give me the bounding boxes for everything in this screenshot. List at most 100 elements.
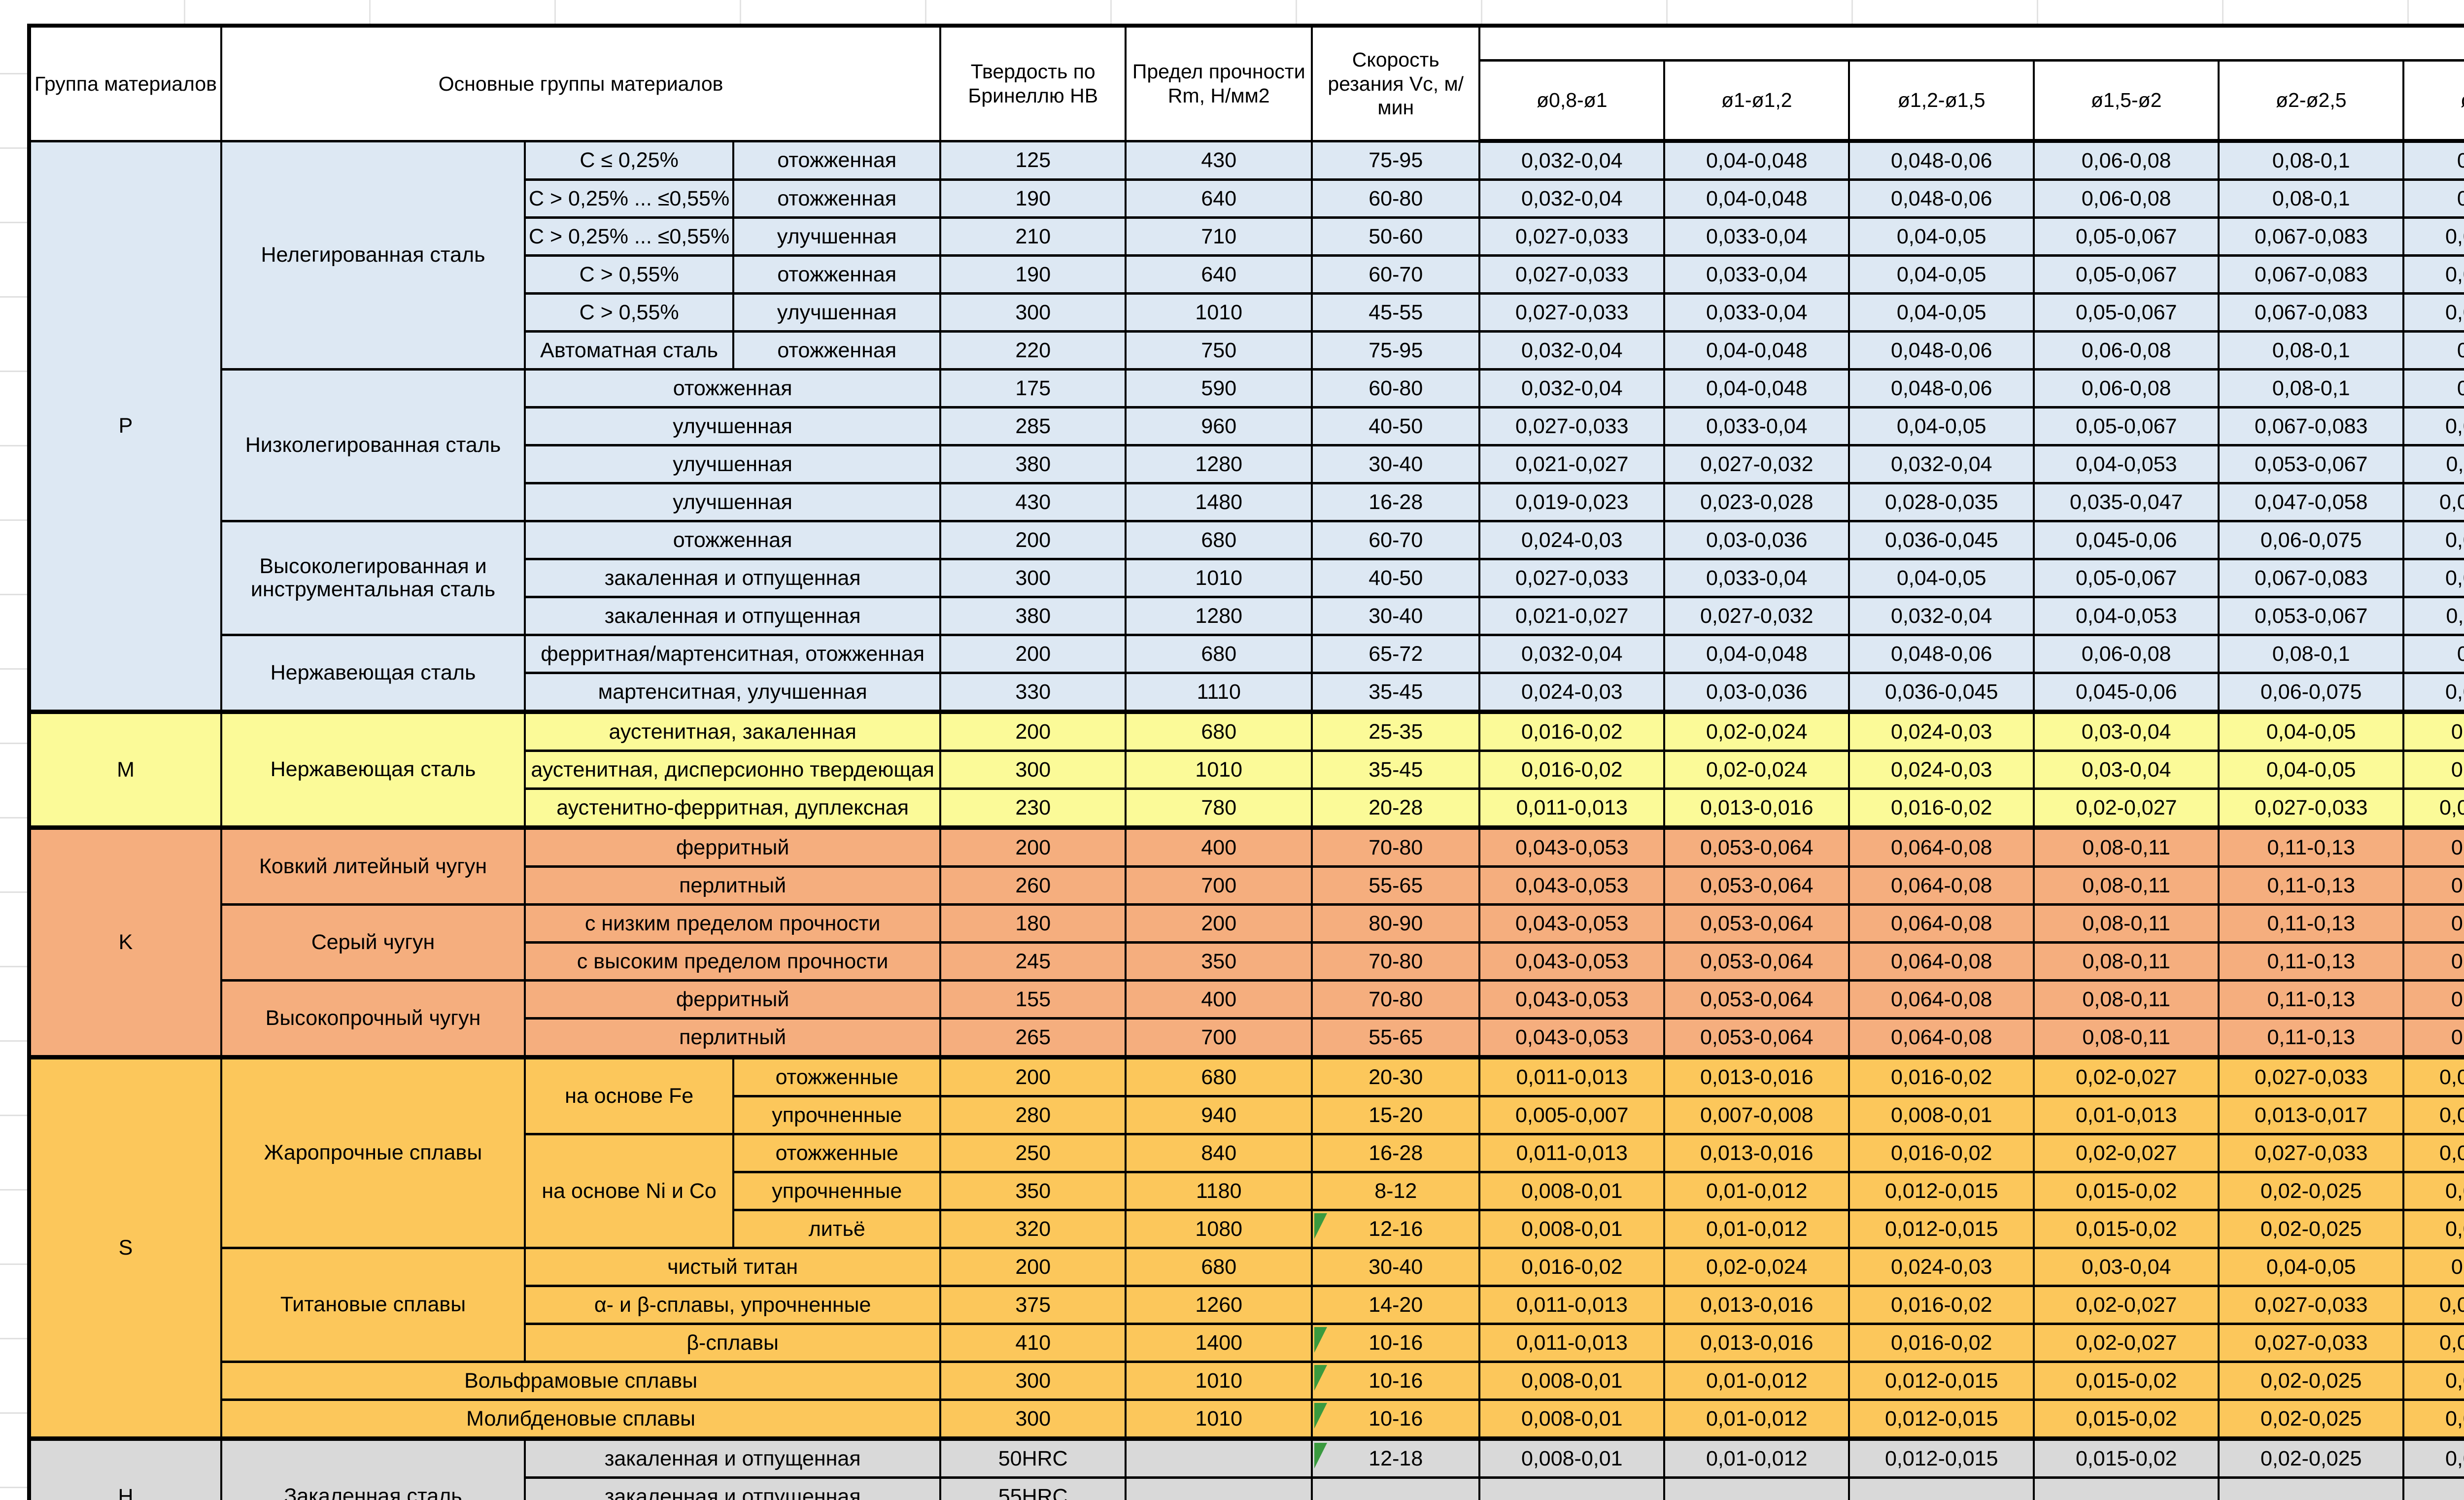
cell-material[interactable]: Нержавеющая сталь	[221, 712, 525, 828]
cell-vc[interactable]: 30-40	[1312, 1248, 1479, 1286]
cell-hb[interactable]: 280	[940, 1096, 1126, 1134]
cell-feed[interactable]: 0,04-0,048	[1664, 332, 1849, 370]
cell-feed[interactable]: 0,053-0,064	[1664, 867, 1849, 905]
cell-hb[interactable]: 410	[940, 1324, 1126, 1362]
cell-sub[interactable]: C > 0,55%	[525, 294, 733, 332]
diameter-header[interactable]: ø2-ø2,5	[2219, 60, 2403, 141]
cell-feed[interactable]: 0,04-0,05	[1849, 408, 2034, 445]
cell-feed[interactable]: 0,05-0,067	[2034, 218, 2219, 256]
cell-feed[interactable]: 0,053-0,064	[1664, 981, 1849, 1019]
cell-feed[interactable]: 0,024-0,03	[1849, 712, 2034, 751]
cell-feed[interactable]: 0,04-0,053	[2034, 597, 2219, 635]
cell-feed[interactable]: 0,032-0,04	[1849, 445, 2034, 483]
cell-state[interactable]: отожженная	[733, 332, 940, 370]
cell-hb[interactable]: 55HRC	[940, 1478, 1126, 1500]
cell-rm[interactable]: 640	[1126, 256, 1312, 294]
cell-feed[interactable]: 0,064-0,08	[1849, 828, 2034, 867]
cell-feed[interactable]: 0,032-0,04	[1479, 141, 1664, 180]
diameter-header[interactable]: ø0,8-ø1	[1479, 60, 1664, 141]
header-main-groups[interactable]: Основные группы материалов	[221, 26, 940, 141]
cell-rm[interactable]: 710	[1126, 218, 1312, 256]
cell-group[interactable]: H	[29, 1439, 221, 1500]
cell-feed[interactable]: 0,032-0,04	[1479, 635, 1664, 673]
cell-feed[interactable]: 0,024-0,03	[1849, 751, 2034, 789]
cell-feed[interactable]: 0,032-0,04	[1479, 370, 1664, 408]
cell-feed[interactable]: 0,064-0,08	[1849, 943, 2034, 981]
cell-group[interactable]: M	[29, 712, 221, 828]
cell-rm[interactable]: 1080	[1126, 1210, 1312, 1248]
cell-feed[interactable]: 0,05-0,067	[2034, 408, 2219, 445]
cell-state[interactable]: отожженные	[733, 1057, 940, 1096]
cell-feed[interactable]: 0,1-0,16	[2403, 332, 2464, 370]
cell-feed[interactable]: 0,027-0,033	[2219, 1134, 2403, 1172]
cell-feed[interactable]: 0,02-0,024	[1664, 1248, 1849, 1286]
cell-vc[interactable]: 80-90	[1312, 905, 1479, 943]
diameter-header[interactable]: ø1,5-ø2	[2034, 60, 2219, 141]
cell-feed[interactable]: 0,008-0,01	[1479, 1172, 1664, 1210]
cell-feed[interactable]: 0,11-0,13	[2219, 867, 2403, 905]
cell-feed[interactable]: 0,043-0,053	[1479, 1019, 1664, 1057]
cell-feed[interactable]: 0,04-0,05	[1849, 218, 2034, 256]
cell-feed[interactable]: 0,023-0,028	[1664, 483, 1849, 521]
cell-feed[interactable]: 0,027-0,033	[2219, 1324, 2403, 1362]
cell-feed[interactable]: 0,036-0,045	[1849, 673, 2034, 712]
cell-hb[interactable]: 300	[940, 1362, 1126, 1400]
cell-hb[interactable]: 200	[940, 1248, 1126, 1286]
cell-feed[interactable]: 0,067-0,11	[2403, 597, 2464, 635]
cell-feed[interactable]: 0,011-0,013	[1479, 789, 1664, 828]
cell-feed[interactable]: 0,016-0,02	[1479, 712, 1664, 751]
cell-feed[interactable]: 0,02-0,025	[2219, 1400, 2403, 1439]
cell-vc[interactable]: 16-28	[1312, 483, 1479, 521]
cell-feed[interactable]: 0,012-0,015	[1849, 1172, 2034, 1210]
cell-feed[interactable]: 0,048-0,06	[1849, 332, 2034, 370]
cell-hb[interactable]: 200	[940, 521, 1126, 559]
cell-feed[interactable]: 0,02-0,025	[2219, 1362, 2403, 1400]
cell-hb[interactable]: 200	[940, 635, 1126, 673]
cell-state[interactable]: аустенитно-ферритная, дуплексная	[525, 789, 940, 828]
cell-state[interactable]: отожженная	[525, 521, 940, 559]
cell-vc[interactable]: 65-72	[1312, 635, 1479, 673]
cell-feed[interactable]: 0,013-0,016	[1664, 1057, 1849, 1096]
cell-feed[interactable]: 0,032-0,04	[1849, 597, 2034, 635]
cell-feed[interactable]: 0,016-0,02	[1849, 1057, 2034, 1096]
cell-material[interactable]: Ковкий литейный чугун	[221, 828, 525, 905]
cell-feed[interactable]: 0,03-0,04	[2034, 751, 2219, 789]
cell-feed[interactable]: 0,033-0,04	[1664, 256, 1849, 294]
cell-state[interactable]: перлитный	[525, 1019, 940, 1057]
cell-feed[interactable]: 0,067-0,11	[2403, 445, 2464, 483]
cell-hb[interactable]: 260	[940, 867, 1126, 905]
cell-feed[interactable]: 0,08-0,11	[2034, 981, 2219, 1019]
cell-group[interactable]: P	[29, 141, 221, 712]
cell-feed[interactable]: 0,02-0,027	[2034, 1324, 2219, 1362]
cell-feed[interactable]: 0,06-0,075	[2219, 673, 2403, 712]
cell-feed[interactable]: 0,053-0,064	[1664, 943, 1849, 981]
cell-hb[interactable]: 230	[940, 789, 1126, 828]
cell-hb[interactable]: 190	[940, 256, 1126, 294]
cell-feed[interactable]: 0,06-0,08	[2034, 141, 2219, 180]
cell-state[interactable]: закаленная и отпущенная	[525, 1439, 940, 1478]
cell-hb[interactable]: 380	[940, 445, 1126, 483]
cell-feed[interactable]: 0,033-0,04	[1664, 294, 1849, 332]
cell-feed[interactable]: 0,011-0,013	[1479, 1134, 1664, 1172]
cell-feed[interactable]: 0,043-0,053	[1479, 981, 1664, 1019]
cell-feed[interactable]: 0,033-0,04	[1664, 408, 1849, 445]
cell-feed[interactable]: 0,1-0,16	[2403, 635, 2464, 673]
cell-feed[interactable]: 0,027-0,033	[1479, 408, 1664, 445]
cell-feed[interactable]: 0,048-0,06	[1849, 141, 2034, 180]
cell-feed[interactable]: 0,025-0,04	[2403, 1400, 2464, 1439]
cell-feed[interactable]: 0,06-0,08	[2034, 180, 2219, 218]
cell-rm[interactable]: 1480	[1126, 483, 1312, 521]
cell-material[interactable]: Жаропрочные сплавы	[221, 1057, 525, 1248]
cell-feed[interactable]: 0,036-0,045	[1849, 521, 2034, 559]
cell-vc[interactable]: 45-55	[1312, 294, 1479, 332]
cell-state[interactable]: закаленная и отпущенная	[525, 1478, 940, 1500]
cell-feed[interactable]: 0,053-0,067	[2219, 445, 2403, 483]
cell-feed[interactable]: 0,083-0,13	[2403, 408, 2464, 445]
cell-sub[interactable]: C ≤ 0,25%	[525, 141, 733, 180]
cell-feed[interactable]: 0,028-0,035	[1849, 483, 2034, 521]
cell-feed[interactable]: 0,015-0,02	[2034, 1210, 2219, 1248]
cell-feed[interactable]: 0,043-0,053	[1479, 905, 1664, 943]
cell-hb[interactable]: 320	[940, 1210, 1126, 1248]
cell-hb[interactable]: 190	[940, 180, 1126, 218]
cell-state[interactable]: улучшенная	[733, 294, 940, 332]
